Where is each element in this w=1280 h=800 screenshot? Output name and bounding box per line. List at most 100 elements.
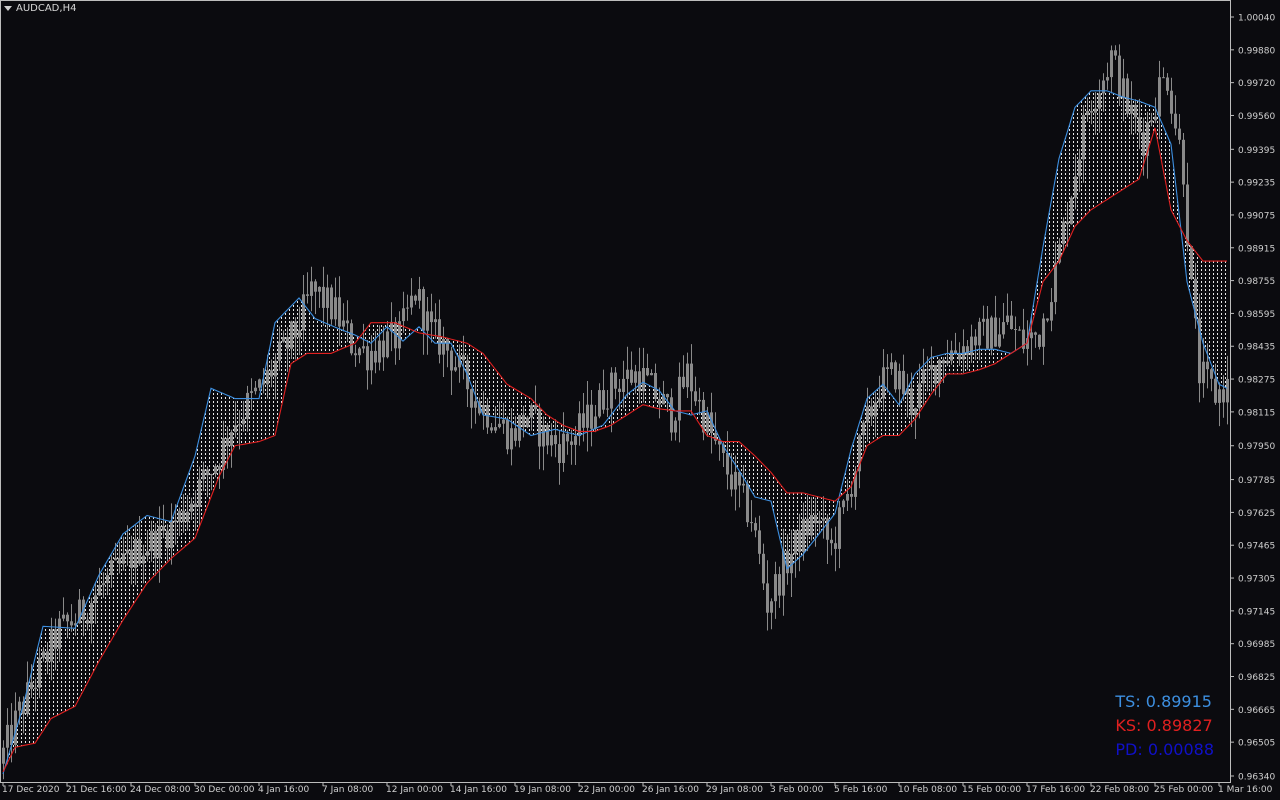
candle-body [250,391,253,393]
candle-body [526,417,529,428]
candle-body [30,682,33,689]
candle-body [194,503,197,507]
y-tick-label: 0.97950 [1238,442,1275,452]
candle-body [670,397,673,433]
candle-body [1042,318,1045,347]
candle-body [930,365,933,370]
candle-body [494,427,497,431]
candle-body [654,373,657,399]
candle-body [202,469,205,480]
candle-body [134,539,137,568]
candle-body [1078,159,1081,177]
candle-body [786,550,789,574]
candle-body [1186,184,1189,246]
candle-body [150,530,153,552]
x-tick-label: 30 Dec 00:00 [194,785,255,795]
tenkan-value-label: TS: 0.89915 [1115,692,1212,711]
candle-body [530,405,533,418]
candle-body [1126,78,1129,114]
candle-body [578,413,581,437]
candle-body [934,365,937,384]
candle-body [562,433,565,463]
candle-body [358,348,361,356]
candle-body [266,370,269,385]
candle-body [1118,55,1121,99]
candle-body [386,331,389,358]
y-tick-label: 1.00040 [1238,14,1275,24]
candle-body [558,444,561,463]
candle-body [94,595,97,603]
candle-body [246,392,249,419]
candle-body [130,549,133,568]
candle-body [158,526,161,559]
candle-body [182,510,185,522]
candle-body [610,372,613,409]
candle-body [1134,104,1137,118]
candle-body [274,360,277,377]
candle-body [546,425,549,446]
chart-title-bar[interactable]: AUDCAD,H4 [4,3,76,14]
candle-body [862,422,865,436]
candle-body [42,651,45,658]
y-tick-label: 0.99075 [1238,211,1275,221]
candle-body [278,341,281,361]
candle-body [650,373,653,376]
candle-body [442,339,445,355]
candle-body [798,530,801,552]
candle-body [34,687,37,689]
candle-body [54,629,57,649]
x-tick-label: 15 Feb 00:00 [962,785,1021,795]
y-tick-label: 0.97625 [1238,509,1275,519]
candle-body [754,523,757,531]
candle-body [186,511,189,522]
candle-body [678,376,681,421]
candle-body [606,408,609,410]
candle-body [226,438,229,446]
candle-body [498,423,501,428]
candle-body [1178,128,1181,140]
candle-body [770,601,773,613]
candle-body [354,353,357,356]
candle-body [1054,262,1057,303]
y-tick-label: 0.97785 [1238,476,1275,486]
candle-body [1090,111,1093,113]
candle-body [942,359,945,364]
candle-body [742,483,745,486]
candle-body [766,583,769,613]
chart-canvas[interactable]: 1.00040 0.99880 0.99720 0.99560 0.99395 0.992… [0,0,1280,800]
candle-body [290,321,293,349]
candle-body [946,360,949,364]
chart-menu-triangle-icon[interactable] [4,6,12,11]
candle-body [758,530,761,554]
candle-body [1154,116,1157,121]
candle-body [814,515,817,524]
candle-body [870,406,873,417]
candle-body [1062,221,1065,245]
candle-body [734,471,737,490]
candle-body [974,336,977,346]
ichimoku-info-panel: TS: 0.89915 KS: 0.89827 PD: 0.00088 [1115,690,1214,762]
candle-body [1038,334,1041,347]
candle-body [122,553,125,564]
candle-body [190,503,193,512]
candle-body [594,416,597,429]
candle-body [62,614,65,619]
x-tick-label: 22 Jan 00:00 [578,785,635,795]
candle-body [366,346,369,371]
candle-body [1166,77,1169,91]
candle-body [1174,113,1177,129]
candle-body [174,520,177,523]
candle-body [1050,302,1053,321]
x-tick-label: 26 Jan 16:00 [642,785,699,795]
x-tick-label: 19 Jan 08:00 [514,785,571,795]
candle-body [1030,332,1033,339]
candle-body [66,614,69,622]
candle-body [1114,50,1117,56]
candle-body [642,368,645,392]
x-tick-label: 4 Jan 16:00 [258,785,310,795]
candle-body [830,539,833,544]
candle-body [1106,77,1109,81]
candle-body [598,390,601,417]
candle-body [462,355,465,361]
candle-body [2,747,5,764]
